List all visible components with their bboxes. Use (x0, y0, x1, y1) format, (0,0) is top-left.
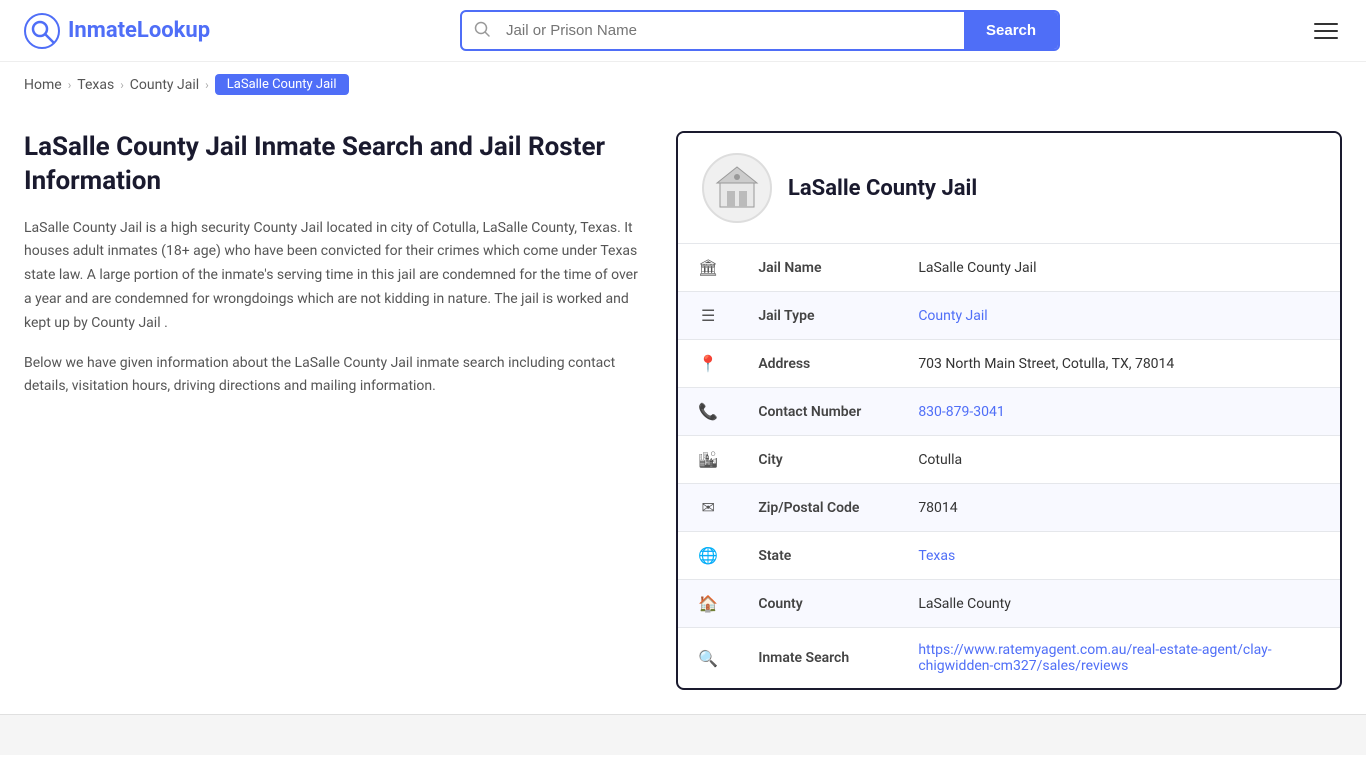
breadcrumb-sep-2: › (120, 78, 124, 92)
site-header: InmateLookup Search (0, 0, 1366, 62)
logo[interactable]: InmateLookup (24, 13, 210, 49)
table-row: ✉Zip/Postal Code78014 (678, 484, 1340, 532)
row-icon: 🔍 (678, 628, 738, 689)
footer-bar (0, 714, 1366, 755)
hamburger-line-1 (1314, 23, 1338, 25)
search-button[interactable]: Search (964, 12, 1058, 49)
page-desc-1: LaSalle County Jail is a high security C… (24, 217, 644, 336)
row-label: Inmate Search (738, 628, 898, 689)
table-row: 🏙CityCotulla (678, 436, 1340, 484)
breadcrumb-home[interactable]: Home (24, 77, 62, 93)
left-panel: LaSalle County Jail Inmate Search and Ja… (24, 131, 644, 690)
row-icon: 📍 (678, 340, 738, 388)
info-card: LaSalle County Jail 🏛Jail NameLaSalle Co… (676, 131, 1342, 690)
table-row: 🏛Jail NameLaSalle County Jail (678, 244, 1340, 292)
breadcrumb-sep-1: › (68, 78, 72, 92)
row-link[interactable]: County Jail (918, 308, 987, 324)
page-desc-2: Below we have given information about th… (24, 352, 644, 400)
table-row: 📍Address703 North Main Street, Cotulla, … (678, 340, 1340, 388)
table-row: 🏠CountyLaSalle County (678, 580, 1340, 628)
row-label: Address (738, 340, 898, 388)
row-value: 703 North Main Street, Cotulla, TX, 7801… (898, 340, 1340, 388)
breadcrumb-active: LaSalle County Jail (215, 74, 349, 95)
row-value: LaSalle County (898, 580, 1340, 628)
row-label: City (738, 436, 898, 484)
row-value[interactable]: 830-879-3041 (898, 388, 1340, 436)
row-value: Cotulla (898, 436, 1340, 484)
search-bar-icon (462, 21, 502, 41)
breadcrumb-sep-3: › (205, 78, 209, 92)
row-icon: 📞 (678, 388, 738, 436)
table-row: ☰Jail Type County Jail (678, 292, 1340, 340)
hamburger-menu[interactable] (1310, 19, 1342, 43)
row-icon: 🏠 (678, 580, 738, 628)
logo-text: InmateLookup (68, 18, 210, 43)
table-row: 🔍Inmate Search https://www.ratemyagent.co… (678, 628, 1340, 689)
breadcrumb-county-jail[interactable]: County Jail (130, 77, 199, 93)
row-link[interactable]: 830-879-3041 (918, 404, 1004, 420)
row-value[interactable]: https://www.ratemyagent.com.au/real-esta… (898, 628, 1340, 689)
table-row: 📞Contact Number 830-879-3041 (678, 388, 1340, 436)
info-card-title: LaSalle County Jail (788, 176, 977, 201)
page-title: LaSalle County Jail Inmate Search and Ja… (24, 131, 644, 199)
row-value: 78014 (898, 484, 1340, 532)
logo-icon (24, 13, 60, 49)
hamburger-line-2 (1314, 30, 1338, 32)
row-value[interactable]: County Jail (898, 292, 1340, 340)
search-input[interactable] (502, 12, 964, 49)
row-label: Zip/Postal Code (738, 484, 898, 532)
row-label: Contact Number (738, 388, 898, 436)
row-label: Jail Type (738, 292, 898, 340)
table-row: 🌐State Texas (678, 532, 1340, 580)
row-icon: ✉ (678, 484, 738, 532)
breadcrumb-texas[interactable]: Texas (77, 77, 114, 93)
row-icon: 🏛 (678, 244, 738, 292)
search-bar: Search (460, 10, 1060, 51)
row-link[interactable]: https://www.ratemyagent.com.au/real-esta… (918, 642, 1271, 674)
row-label: County (738, 580, 898, 628)
info-card-header: LaSalle County Jail (678, 133, 1340, 244)
row-label: Jail Name (738, 244, 898, 292)
row-icon: ☰ (678, 292, 738, 340)
hamburger-line-3 (1314, 37, 1338, 39)
right-panel: LaSalle County Jail 🏛Jail NameLaSalle Co… (676, 131, 1342, 690)
info-table: 🏛Jail NameLaSalle County Jail☰Jail TypeC… (678, 244, 1340, 688)
jail-avatar (702, 153, 772, 223)
row-value: LaSalle County Jail (898, 244, 1340, 292)
row-value[interactable]: Texas (898, 532, 1340, 580)
row-icon: 🏙 (678, 436, 738, 484)
main-content: LaSalle County Jail Inmate Search and Ja… (0, 107, 1366, 714)
row-link[interactable]: Texas (918, 548, 955, 564)
breadcrumb: Home › Texas › County Jail › LaSalle Cou… (0, 62, 1366, 107)
row-label: State (738, 532, 898, 580)
row-icon: 🌐 (678, 532, 738, 580)
